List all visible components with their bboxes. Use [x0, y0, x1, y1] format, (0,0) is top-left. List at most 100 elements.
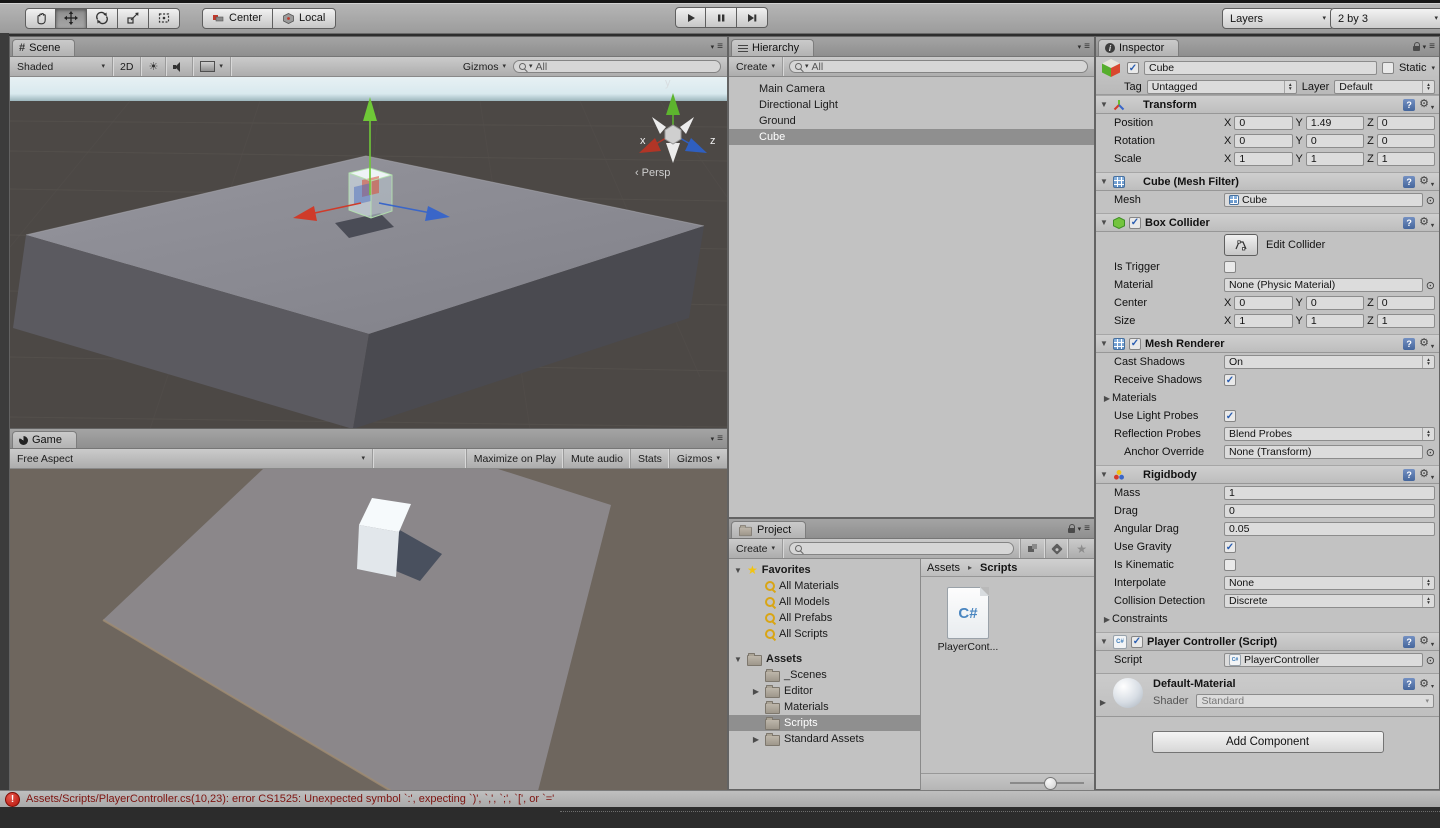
hand-tool-button[interactable] [25, 7, 56, 29]
scale-tool-button[interactable] [118, 7, 149, 29]
aspect-dropdown[interactable]: Free Aspect ▾ [10, 449, 373, 468]
anchor-override-field[interactable]: None (Transform) [1224, 445, 1423, 459]
help-icon[interactable]: ? [1403, 216, 1416, 229]
move-tool-button[interactable] [56, 7, 87, 29]
folder-scenes[interactable]: _Scenes [729, 667, 920, 683]
rigidbody-header[interactable]: ▼ Rigidbody ? ⚙ ▾ [1096, 465, 1439, 484]
object-picker-icon[interactable]: ⊙ [1426, 194, 1435, 207]
foldout-open-icon[interactable]: ▼ [1099, 218, 1109, 227]
folder-materials[interactable]: Materials [729, 699, 920, 715]
project-panel-menu[interactable]: ▾ ≡ [1067, 523, 1090, 534]
drag-field[interactable]: 0 [1224, 504, 1435, 518]
lighting-toggle[interactable]: ☀ [141, 57, 167, 76]
foldout-open-icon[interactable]: ▼ [1099, 100, 1109, 109]
layers-dropdown[interactable]: Layers ▾ [1222, 8, 1334, 29]
rotation-z-field[interactable]: 0 [1376, 134, 1435, 148]
help-icon[interactable]: ? [1403, 175, 1416, 188]
size-y-field[interactable]: 1 [1305, 314, 1365, 328]
object-picker-icon[interactable]: ⊙ [1426, 279, 1435, 292]
search-by-type-button[interactable] [1020, 539, 1045, 558]
help-icon[interactable]: ? [1403, 635, 1416, 648]
scene-search-input[interactable]: ▾ All [513, 60, 721, 73]
receive-shadows-checkbox[interactable]: ✓ [1224, 374, 1236, 386]
search-by-label-button[interactable] [1045, 539, 1068, 558]
position-x-field[interactable]: 0 [1234, 116, 1293, 130]
foldout-closed-icon[interactable]: ▶ [751, 687, 761, 696]
help-icon[interactable]: ? [1403, 468, 1416, 481]
scale-y-field[interactable]: 1 [1305, 152, 1365, 166]
foldout-open-icon[interactable]: ▼ [1099, 177, 1109, 186]
layout-dropdown[interactable]: 2 by 3 ▾ [1330, 8, 1440, 29]
slider-knob[interactable] [1044, 777, 1057, 790]
physic-material-field[interactable]: None (Physic Material) [1224, 278, 1423, 292]
favorites-root[interactable]: ▼ ★ Favorites [729, 562, 920, 578]
object-picker-icon[interactable]: ⊙ [1426, 654, 1435, 667]
tab-game[interactable]: Game [12, 431, 77, 448]
player-controller-header[interactable]: ▼ C# ✓ Player Controller (Script) ? ⚙ ▾ [1096, 632, 1439, 651]
scale-z-field[interactable]: 1 [1376, 152, 1435, 166]
audio-toggle[interactable] [166, 57, 194, 76]
fav-all-scripts[interactable]: All Scripts [729, 626, 920, 642]
fav-all-prefabs[interactable]: All Prefabs [729, 610, 920, 626]
position-y-field[interactable]: 1.49 [1305, 116, 1365, 130]
material-foldout-icon[interactable]: ▶ [1098, 698, 1108, 707]
layer-dropdown[interactable]: Default ▴ ▾ [1334, 80, 1435, 94]
foldout-closed-icon[interactable]: ▶ [1102, 615, 1112, 624]
material-preview-sphere[interactable] [1113, 678, 1143, 708]
space-local-button[interactable]: Local [273, 7, 337, 29]
perspective-toggle[interactable]: ‹ Persp [635, 167, 670, 179]
foldout-open-icon[interactable]: ▼ [1099, 339, 1109, 348]
breadcrumb-root[interactable]: Assets [927, 562, 960, 574]
static-checkbox[interactable] [1381, 62, 1394, 74]
assets-root[interactable]: ▼ Assets [729, 651, 920, 667]
fav-all-materials[interactable]: All Materials [729, 578, 920, 594]
mass-field[interactable]: 1 [1224, 486, 1435, 500]
foldout-open-icon[interactable]: ▼ [733, 566, 743, 575]
active-checkbox[interactable]: ✓ [1127, 62, 1139, 74]
position-z-field[interactable]: 0 [1376, 116, 1435, 130]
tab-project[interactable]: Project [731, 521, 807, 538]
gameobject-name-field[interactable]: Cube [1144, 61, 1377, 75]
center-x-field[interactable]: 0 [1234, 296, 1293, 310]
constraints-foldout-row[interactable]: ▶ Constraints [1096, 610, 1439, 628]
tab-scene[interactable]: # Scene [12, 39, 76, 56]
folder-scripts[interactable]: Scripts [729, 715, 920, 731]
2d-toggle[interactable]: 2D [113, 57, 142, 76]
gear-icon[interactable]: ⚙ [1419, 469, 1429, 480]
game-gizmos-dropdown[interactable]: Gizmos ▾ [668, 449, 727, 468]
hierarchy-item-cube[interactable]: Cube [729, 129, 1094, 145]
fav-all-models[interactable]: All Models [729, 594, 920, 610]
hierarchy-item-main-camera[interactable]: Main Camera [729, 81, 1094, 97]
effects-dropdown[interactable]: ▾ [193, 57, 231, 76]
favorites-filter-button[interactable]: ★ [1068, 539, 1094, 558]
cast-shadows-dropdown[interactable]: On ▴ ▾ [1224, 355, 1435, 369]
script-object-field[interactable]: C# PlayerController [1224, 653, 1423, 667]
hierarchy-create-dropdown[interactable]: Create ▾ [729, 57, 784, 76]
gear-icon[interactable]: ⚙ [1419, 176, 1429, 187]
use-gravity-checkbox[interactable]: ✓ [1224, 541, 1236, 553]
reflection-probes-dropdown[interactable]: Blend Probes ▴ ▾ [1224, 427, 1435, 441]
folder-editor[interactable]: ▶ Editor [729, 683, 920, 699]
scene-panel-menu[interactable]: ▾ ≡ [711, 41, 723, 52]
renderer-enabled-checkbox[interactable]: ✓ [1129, 337, 1141, 350]
gear-icon[interactable]: ⚙ [1419, 678, 1429, 690]
status-bar[interactable]: ! Assets/Scripts/PlayerController.cs(10,… [0, 790, 1440, 807]
game-viewport[interactable] [10, 469, 727, 791]
scene-gizmos-dropdown[interactable]: Gizmos ▾ [456, 57, 513, 76]
tab-hierarchy[interactable]: Hierarchy [731, 39, 815, 56]
center-z-field[interactable]: 0 [1376, 296, 1435, 310]
foldout-open-icon[interactable]: ▼ [1099, 470, 1109, 479]
rotation-y-field[interactable]: 0 [1305, 134, 1365, 148]
scene-viewport[interactable]: y x z ‹ Persp [10, 77, 727, 429]
foldout-open-icon[interactable]: ▼ [1099, 637, 1109, 646]
box-collider-header[interactable]: ▼ ✓ Box Collider ? ⚙ ▾ [1096, 213, 1439, 232]
size-z-field[interactable]: 1 [1376, 314, 1435, 328]
foldout-open-icon[interactable]: ▼ [733, 655, 743, 664]
mesh-renderer-header[interactable]: ▼ ✓ Mesh Renderer ? ⚙ ▾ [1096, 334, 1439, 353]
hierarchy-item-directional-light[interactable]: Directional Light [729, 97, 1094, 113]
collider-enabled-checkbox[interactable]: ✓ [1129, 216, 1141, 229]
folder-standard-assets[interactable]: ▶ Standard Assets [729, 731, 920, 747]
transform-header[interactable]: ▼ Transform ? ⚙ ▾ [1096, 95, 1439, 114]
play-button[interactable] [675, 7, 706, 28]
foldout-closed-icon[interactable]: ▶ [751, 735, 761, 744]
